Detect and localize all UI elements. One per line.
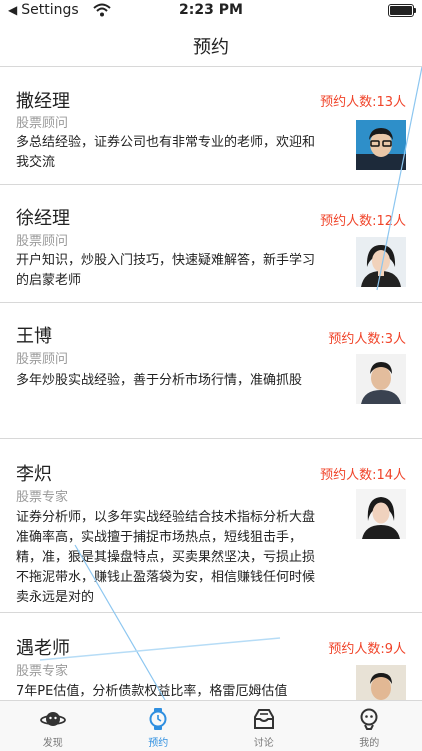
booking-count: 预约人数:3人 xyxy=(328,328,406,347)
tab-discussion[interactable]: 讨论 xyxy=(211,701,317,751)
advisor-avatar xyxy=(356,489,406,539)
advisor-avatar xyxy=(356,120,406,170)
tab-mine[interactable]: 我的 xyxy=(317,701,422,751)
advisor-name: 李炽 xyxy=(16,460,52,486)
advisor-description: 证券分析师，以多年实战经验结合技术指标分析大盘准确率高，实战擅于捕捉市场热点，短… xyxy=(16,508,316,608)
tab-bar: 发现 预约 讨论 我的 xyxy=(0,700,422,751)
tab-appointment[interactable]: 预约 xyxy=(106,701,212,751)
booking-count: 预约人数:14人 xyxy=(320,464,406,483)
advisor-title: 股票专家 xyxy=(16,660,68,679)
watch-icon xyxy=(145,708,171,730)
tab-discover[interactable]: 发现 xyxy=(0,701,106,751)
advisor-list[interactable]: 撒经理 股票顾问 多总结经验，证券公司也有非常专业的老师，欢迎和我交流 预约人数… xyxy=(0,67,422,700)
inbox-icon xyxy=(251,708,277,730)
battery-icon xyxy=(388,4,414,17)
advisor-name: 撒经理 xyxy=(16,87,70,113)
advisor-card[interactable]: 王博 股票顾问 多年炒股实战经验，善于分析市场行情，准确抓股 预约人数:3人 xyxy=(0,303,422,439)
advisor-avatar xyxy=(356,237,406,287)
advisor-card[interactable]: 遇老师 股票专家 7年PE估值，分析债款权益比率，格雷厄姆估值 预约人数:9人 xyxy=(0,613,422,700)
advisor-description: 7年PE估值，分析债款权益比率，格雷厄姆估值 xyxy=(16,682,316,700)
tab-label: 预约 xyxy=(148,734,168,749)
advisor-card[interactable]: 撒经理 股票顾问 多总结经验，证券公司也有非常专业的老师，欢迎和我交流 预约人数… xyxy=(0,67,422,185)
advisor-title: 股票专家 xyxy=(16,486,68,505)
profile-icon xyxy=(356,708,382,730)
advisor-description: 多总结经验，证券公司也有非常专业的老师，欢迎和我交流 xyxy=(16,133,316,173)
advisor-title: 股票顾问 xyxy=(16,348,68,367)
advisor-description: 多年炒股实战经验，善于分析市场行情，准确抓股 xyxy=(16,371,316,391)
status-time: 2:23 PM xyxy=(0,2,422,18)
booking-count: 预约人数:12人 xyxy=(320,210,406,229)
advisor-avatar xyxy=(356,354,406,404)
advisor-card[interactable]: 徐经理 股票顾问 开户知识，炒股入门技巧，快速疑难解答，新手学习的启蒙老师 预约… xyxy=(0,185,422,303)
advisor-name: 王博 xyxy=(16,322,52,348)
tab-label: 讨论 xyxy=(254,734,274,749)
booking-count: 预约人数:13人 xyxy=(320,91,406,110)
navigation-bar: 预约 xyxy=(0,22,422,67)
advisor-name: 遇老师 xyxy=(16,634,70,660)
advisor-avatar xyxy=(356,665,406,700)
booking-count: 预约人数:9人 xyxy=(328,638,406,657)
advisor-description: 开户知识，炒股入门技巧，快速疑难解答，新手学习的启蒙老师 xyxy=(16,251,316,291)
status-bar: ◀ Settings 2:23 PM xyxy=(0,0,422,22)
advisor-title: 股票顾问 xyxy=(16,112,68,131)
planet-icon xyxy=(40,708,66,730)
page-title: 预约 xyxy=(0,33,422,59)
advisor-name: 徐经理 xyxy=(16,204,70,230)
tab-label: 我的 xyxy=(359,734,379,749)
advisor-title: 股票顾问 xyxy=(16,230,68,249)
tab-label: 发现 xyxy=(43,734,63,749)
advisor-card[interactable]: 李炽 股票专家 证券分析师，以多年实战经验结合技术指标分析大盘准确率高，实战擅于… xyxy=(0,439,422,613)
